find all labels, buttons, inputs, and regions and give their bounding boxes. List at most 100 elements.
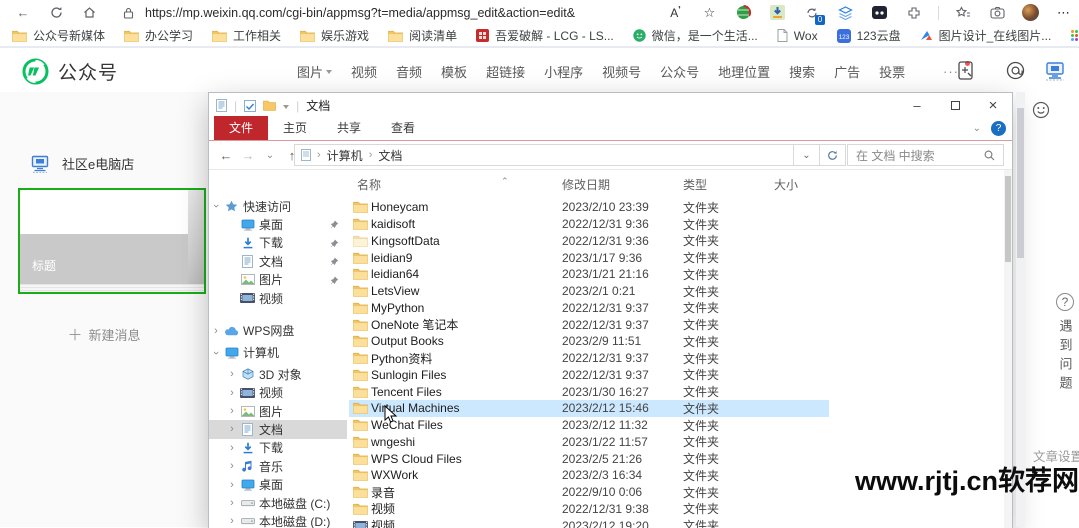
tab-view[interactable]: 查看 xyxy=(376,116,430,140)
tree-chevron-icon[interactable]: › xyxy=(225,423,239,435)
bookmark-item[interactable]: Wox xyxy=(777,29,818,43)
tab-file[interactable]: 文件 xyxy=(214,116,268,140)
breadcrumb-documents[interactable]: 文档 xyxy=(378,147,402,164)
tree-item[interactable]: › 计算机 xyxy=(209,344,347,362)
bookmark-item[interactable]: 办公学习 xyxy=(124,27,193,44)
search-input[interactable]: 在 文档 中搜索 xyxy=(847,144,1004,166)
tree-item[interactable]: › 本地磁盘 (C:) xyxy=(209,494,347,512)
file-row[interactable]: kaidisoft 2022/12/31 9:36 文件夹 xyxy=(349,216,1003,233)
tab-home[interactable]: 主页 xyxy=(268,116,322,140)
computer-client-icon[interactable] xyxy=(1044,61,1066,81)
file-row[interactable]: Python资料 2022/12/31 9:37 文件夹 xyxy=(349,350,1003,367)
tree-item[interactable]: › 下载 xyxy=(209,439,347,457)
file-row[interactable]: WeChat Files 2023/2/12 11:32 文件夹 xyxy=(349,417,1003,434)
file-row[interactable]: Sunlogin Files 2022/12/31 9:37 文件夹 xyxy=(349,367,1003,384)
tree-item[interactable]: › 视频 xyxy=(209,384,347,402)
nav-item-0[interactable]: 图片 xyxy=(297,62,332,81)
file-row[interactable]: 视频 2023/2/12 19:20 文件夹 xyxy=(349,517,1003,528)
nav-item-6[interactable]: 视频号 xyxy=(602,62,641,81)
bookmark-item[interactable]: 工作相关 xyxy=(212,27,281,44)
lock-icon[interactable] xyxy=(119,4,137,22)
file-row[interactable]: wngeshi 2023/1/22 11:57 文件夹 xyxy=(349,434,1003,451)
refresh-address-icon[interactable] xyxy=(820,144,846,166)
brand[interactable]: 公众号 xyxy=(22,58,118,85)
tree-chevron-icon[interactable]: › xyxy=(225,497,239,509)
tree-chevron-icon[interactable]: › xyxy=(209,325,223,337)
file-row[interactable]: leidian64 2023/1/21 21:16 文件夹 xyxy=(349,266,1003,283)
nav-more[interactable]: ··· xyxy=(943,64,959,79)
col-size[interactable]: 大小 xyxy=(774,176,798,193)
address-bar[interactable]: https://mp.weixin.qq.com/cgi-bin/appmsg?… xyxy=(145,6,575,20)
tree-item[interactable]: 下载 xyxy=(209,234,347,252)
nav-back-icon[interactable]: ← xyxy=(215,148,237,163)
tree-chevron-icon[interactable]: › xyxy=(209,347,223,359)
minimize-button[interactable]: – xyxy=(898,93,936,118)
file-row[interactable]: 视频 2022/12/31 9:38 文件夹 xyxy=(349,501,1003,518)
help-panel[interactable]: ? 遇到问题 xyxy=(1052,293,1078,395)
col-type[interactable]: 类型 xyxy=(683,176,707,193)
file-row[interactable]: KingsoftData 2022/12/31 9:36 文件夹 xyxy=(349,233,1003,250)
tree-chevron-icon[interactable]: › xyxy=(225,460,239,472)
tree-item[interactable]: › 图片 xyxy=(209,402,347,420)
newfolder-quick-icon[interactable] xyxy=(263,100,276,111)
tree-item[interactable]: › 桌面 xyxy=(209,475,347,493)
settings-more-icon[interactable]: ⋯ xyxy=(1054,3,1073,22)
tree-item[interactable]: › 3D 对象 xyxy=(209,365,347,383)
back-icon[interactable]: ← xyxy=(14,4,32,22)
close-button[interactable]: × xyxy=(974,93,1012,118)
tree-item[interactable]: 桌面 xyxy=(209,215,347,233)
tree-item[interactable]: 图片 xyxy=(209,271,347,289)
tree-item[interactable]: › 快速访问 xyxy=(209,197,347,215)
favorite-star-icon[interactable]: ☆ xyxy=(700,3,719,22)
read-aloud-icon[interactable]: A❜ xyxy=(666,3,685,22)
bookmark-item[interactable]: 图片设计_在线图片... xyxy=(920,27,1052,44)
file-row[interactable]: Honeycam 2023/2/10 23:39 文件夹 xyxy=(349,199,1003,216)
file-row[interactable]: MyPython 2022/12/31 9:37 文件夹 xyxy=(349,300,1003,317)
explorer-titlebar[interactable]: | | 文档 – × xyxy=(209,93,1012,118)
tree-chevron-icon[interactable]: › xyxy=(225,479,239,491)
file-row[interactable]: leidian9 2023/1/17 9:36 文件夹 xyxy=(349,249,1003,266)
sync-tab-icon[interactable]: 0 xyxy=(802,3,821,22)
format-doc-icon[interactable] xyxy=(958,61,975,80)
draft-card-selected[interactable]: 标题 xyxy=(18,188,206,294)
file-row[interactable]: Virtual Machines 2023/2/12 15:46 文件夹 xyxy=(349,400,829,417)
tree-chevron-icon[interactable]: › xyxy=(225,515,239,527)
emoji-icon[interactable] xyxy=(1032,101,1050,119)
tree-chevron-icon[interactable]: › xyxy=(225,442,239,454)
col-name[interactable]: 名称 xyxy=(357,176,381,193)
tab-share[interactable]: 共享 xyxy=(322,116,376,140)
bookmark-item[interactable]: 阅读清单 xyxy=(388,27,457,44)
tree-chevron-icon[interactable]: › xyxy=(225,387,239,399)
bookmark-item[interactable]: 公众号新媒体 xyxy=(12,27,105,44)
nav-item-9[interactable]: 搜索 xyxy=(789,62,815,81)
nav-item-8[interactable]: 地理位置 xyxy=(718,62,770,81)
tree-chevron-icon[interactable]: › xyxy=(225,368,239,380)
help-icon[interactable]: ? xyxy=(991,121,1006,136)
nav-item-7[interactable]: 公众号 xyxy=(660,62,699,81)
bookmark-item[interactable]: 吾爱破解 - LCG - LS... xyxy=(476,27,614,44)
idm-extension-icon[interactable] xyxy=(734,3,753,22)
address-dropdown-caret[interactable]: ⌄ xyxy=(794,144,820,166)
screenshot-icon[interactable] xyxy=(988,3,1007,22)
collections-layers-icon[interactable] xyxy=(836,3,855,22)
tree-item[interactable]: › 本地磁盘 (D:) xyxy=(209,512,347,528)
tree-chevron-icon[interactable]: › xyxy=(209,200,223,212)
file-row[interactable]: OneNote 笔记本 2022/12/31 9:37 文件夹 xyxy=(349,316,1003,333)
account-protect-icon[interactable] xyxy=(1006,61,1025,80)
extensions-puzzle-icon[interactable] xyxy=(904,3,923,22)
tree-item[interactable]: › 音乐 xyxy=(209,457,347,475)
col-date[interactable]: 修改日期 xyxy=(562,176,610,193)
home-icon[interactable] xyxy=(80,4,98,22)
bookmark-item[interactable]: 娱乐游戏 xyxy=(300,27,369,44)
tree-item[interactable]: › 文档 xyxy=(209,420,347,438)
file-row[interactable]: LetsView 2023/2/1 0:21 文件夹 xyxy=(349,283,1003,300)
new-message-button[interactable]: ＋新建消息 xyxy=(0,324,208,345)
refresh-icon[interactable] xyxy=(47,4,65,22)
nav-item-1[interactable]: 视频 xyxy=(351,62,377,81)
properties-quick-icon[interactable] xyxy=(244,100,256,112)
breadcrumb-computer[interactable]: 计算机 xyxy=(327,147,363,164)
nav-item-10[interactable]: 广告 xyxy=(834,62,860,81)
file-row[interactable]: Tencent Files 2023/1/30 16:27 文件夹 xyxy=(349,383,1003,400)
download-manager-icon[interactable] xyxy=(768,3,787,22)
maximize-button[interactable] xyxy=(936,93,974,118)
